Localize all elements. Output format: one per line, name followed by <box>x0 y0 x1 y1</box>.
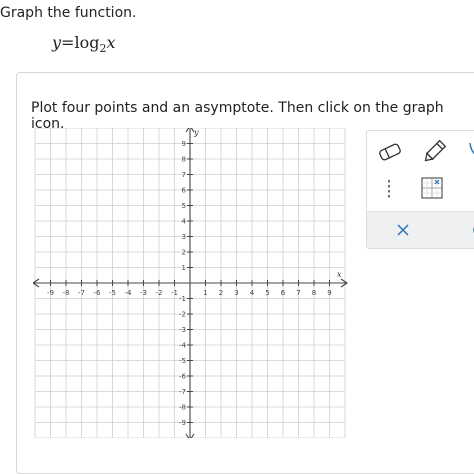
x-tick-label: 5 <box>265 289 269 297</box>
y-tick-label: 6 <box>182 187 187 195</box>
y-tick-label: 4 <box>182 218 187 226</box>
function-equation: y=log2x <box>52 33 115 55</box>
x-tick-label: 7 <box>296 289 300 297</box>
equation-func: log <box>74 33 100 52</box>
y-tick-label: 9 <box>182 140 186 148</box>
y-tick-label: 2 <box>182 249 186 257</box>
y-tick-label: -2 <box>179 311 186 319</box>
x-tick-label: -8 <box>63 289 70 297</box>
x-tick-label: -7 <box>78 289 85 297</box>
coordinate-grid[interactable]: -9 -8 -7 -6 -5 -4 -3 -2 -1 1 2 3 4 5 6 7 8 9 9 8 7 6 5 4 3 2 1 -1 -2… <box>33 128 353 438</box>
y-tick-label: 8 <box>182 156 186 164</box>
y-tick-label: 3 <box>182 233 186 241</box>
toolbar-actions <box>367 211 474 248</box>
x-tick-label: -1 <box>171 289 178 297</box>
y-tick-label: -4 <box>179 342 187 350</box>
graph-icon[interactable] <box>421 177 445 201</box>
y-tick-label: -7 <box>179 388 186 396</box>
y-tick-label: -1 <box>179 295 186 303</box>
y-axis-label: y <box>193 128 199 137</box>
graph-toolbar <box>366 130 474 249</box>
x-tick-label: 2 <box>219 289 223 297</box>
pencil-icon[interactable] <box>421 139 447 165</box>
dashed-line-icon[interactable] <box>379 179 399 201</box>
x-tick-label: -6 <box>94 289 102 297</box>
x-axis-label: x <box>337 270 342 279</box>
x-tick-label: -9 <box>47 289 54 297</box>
equation-equals: = <box>61 33 75 52</box>
y-tick-label: -6 <box>179 373 187 381</box>
x-tick-label: 8 <box>312 289 316 297</box>
x-tick-label: -2 <box>156 289 163 297</box>
x-tick-label: 4 <box>250 289 255 297</box>
x-tick-label: -4 <box>125 289 133 297</box>
equation-arg: x <box>106 33 116 52</box>
y-tick-label: 1 <box>182 264 186 272</box>
y-tick-label: -5 <box>179 357 186 365</box>
undo-icon[interactable] <box>465 221 474 239</box>
clear-icon[interactable] <box>395 222 411 238</box>
y-tick-label: 7 <box>182 171 186 179</box>
question-prompt: Graph the function. <box>0 5 137 21</box>
y-tick-label: 5 <box>182 202 186 210</box>
eraser-icon[interactable] <box>377 141 403 163</box>
y-tick-label: -9 <box>179 419 186 427</box>
y-tick-label: -3 <box>179 326 186 334</box>
x-tick-label: 9 <box>327 289 331 297</box>
x-tick-label: 3 <box>234 289 238 297</box>
y-tick-label: -8 <box>179 404 186 412</box>
x-tick-label: 6 <box>281 289 286 297</box>
x-tick-label: -3 <box>140 289 147 297</box>
curve-icon[interactable] <box>467 139 474 165</box>
x-tick-label: -5 <box>109 289 116 297</box>
equation-lhs: y <box>52 33 62 52</box>
x-tick-label: 1 <box>203 289 207 297</box>
